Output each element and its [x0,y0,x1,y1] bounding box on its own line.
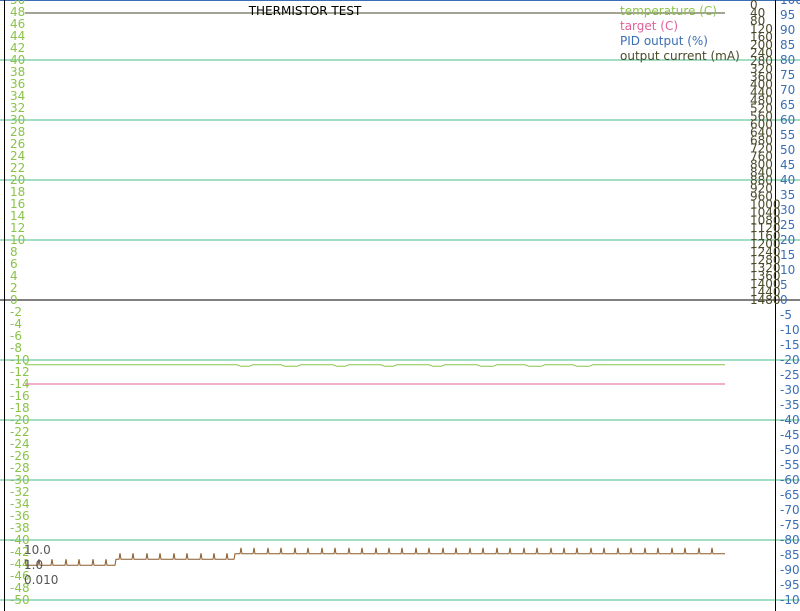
inset-label: 0.010 [24,573,58,587]
pid-tick-label: -15 [780,338,800,352]
pid-tick-label: 5 [780,278,788,292]
series-lines [24,12,725,566]
pid-tick-label: -55 [780,458,800,472]
legend-entry: temperature (C) [620,4,717,18]
pid-tick-label: -10 [780,323,800,337]
pid-tick-label: 80 [780,53,795,67]
pid-tick-label: 50 [780,143,795,157]
legend-entry: output current (mA) [620,49,740,63]
trace-series-line [24,547,725,566]
pid-tick-label: 75 [780,68,795,82]
temperature-series-line [25,364,725,367]
left-axis-ticks: 5048464442403836343230282624222018161412… [10,0,30,607]
pid-tick-label: -100 [780,593,800,607]
legend-entry: target (C) [620,19,678,33]
pid-tick-label: 95 [780,8,795,22]
pid-tick-label: 30 [780,203,795,217]
pid-tick-label: -90 [780,563,800,577]
inset-label: 10.0 [24,543,51,557]
pid-tick-label: 15 [780,248,795,262]
pid-tick-label: 35 [780,188,795,202]
pid-tick-label: 0 [780,293,788,307]
pid-tick-label: 40 [780,173,795,187]
pid-tick-label: -40 [780,413,800,427]
legend-entry: PID output (%) [620,34,708,48]
pid-tick-label: 60 [780,113,795,127]
pid-axis-ticks: 1009590858075706560555045403530252015105… [780,0,800,607]
left-tick-label: -50 [10,593,30,607]
thermistor-chart: 5048464442403836343230282624222018161412… [0,0,800,611]
pid-tick-label: -80 [780,533,800,547]
inset-label: 1.0 [24,558,43,572]
pid-tick-label: 70 [780,83,795,97]
pid-tick-label: -65 [780,488,800,502]
pid-tick-label: -25 [780,368,800,382]
pid-tick-label: 45 [780,158,795,172]
pid-tick-label: 10 [780,263,795,277]
pid-tick-label: -5 [780,308,792,322]
pid-tick-label: -70 [780,503,800,517]
current-tick-label: 0 [750,0,758,12]
pid-tick-label: 90 [780,23,795,37]
pid-tick-label: -50 [780,443,800,457]
pid-tick-label: 85 [780,38,795,52]
pid-tick-label: 55 [780,128,795,142]
pid-tick-label: 100 [780,0,800,7]
axes [0,0,800,611]
pid-tick-label: -35 [780,398,800,412]
pid-tick-label: 20 [780,233,795,247]
pid-tick-label: -20 [780,353,800,367]
pid-tick-label: -85 [780,548,800,562]
chart-title: THERMISTOR TEST [248,4,362,18]
pid-tick-label: -75 [780,518,800,532]
pid-tick-label: -30 [780,383,800,397]
pid-tick-label: 65 [780,98,795,112]
pid-tick-label: -95 [780,578,800,592]
pid-tick-label: -45 [780,428,800,442]
pid-tick-label: 25 [780,218,795,232]
pid-tick-label: -60 [780,473,800,487]
